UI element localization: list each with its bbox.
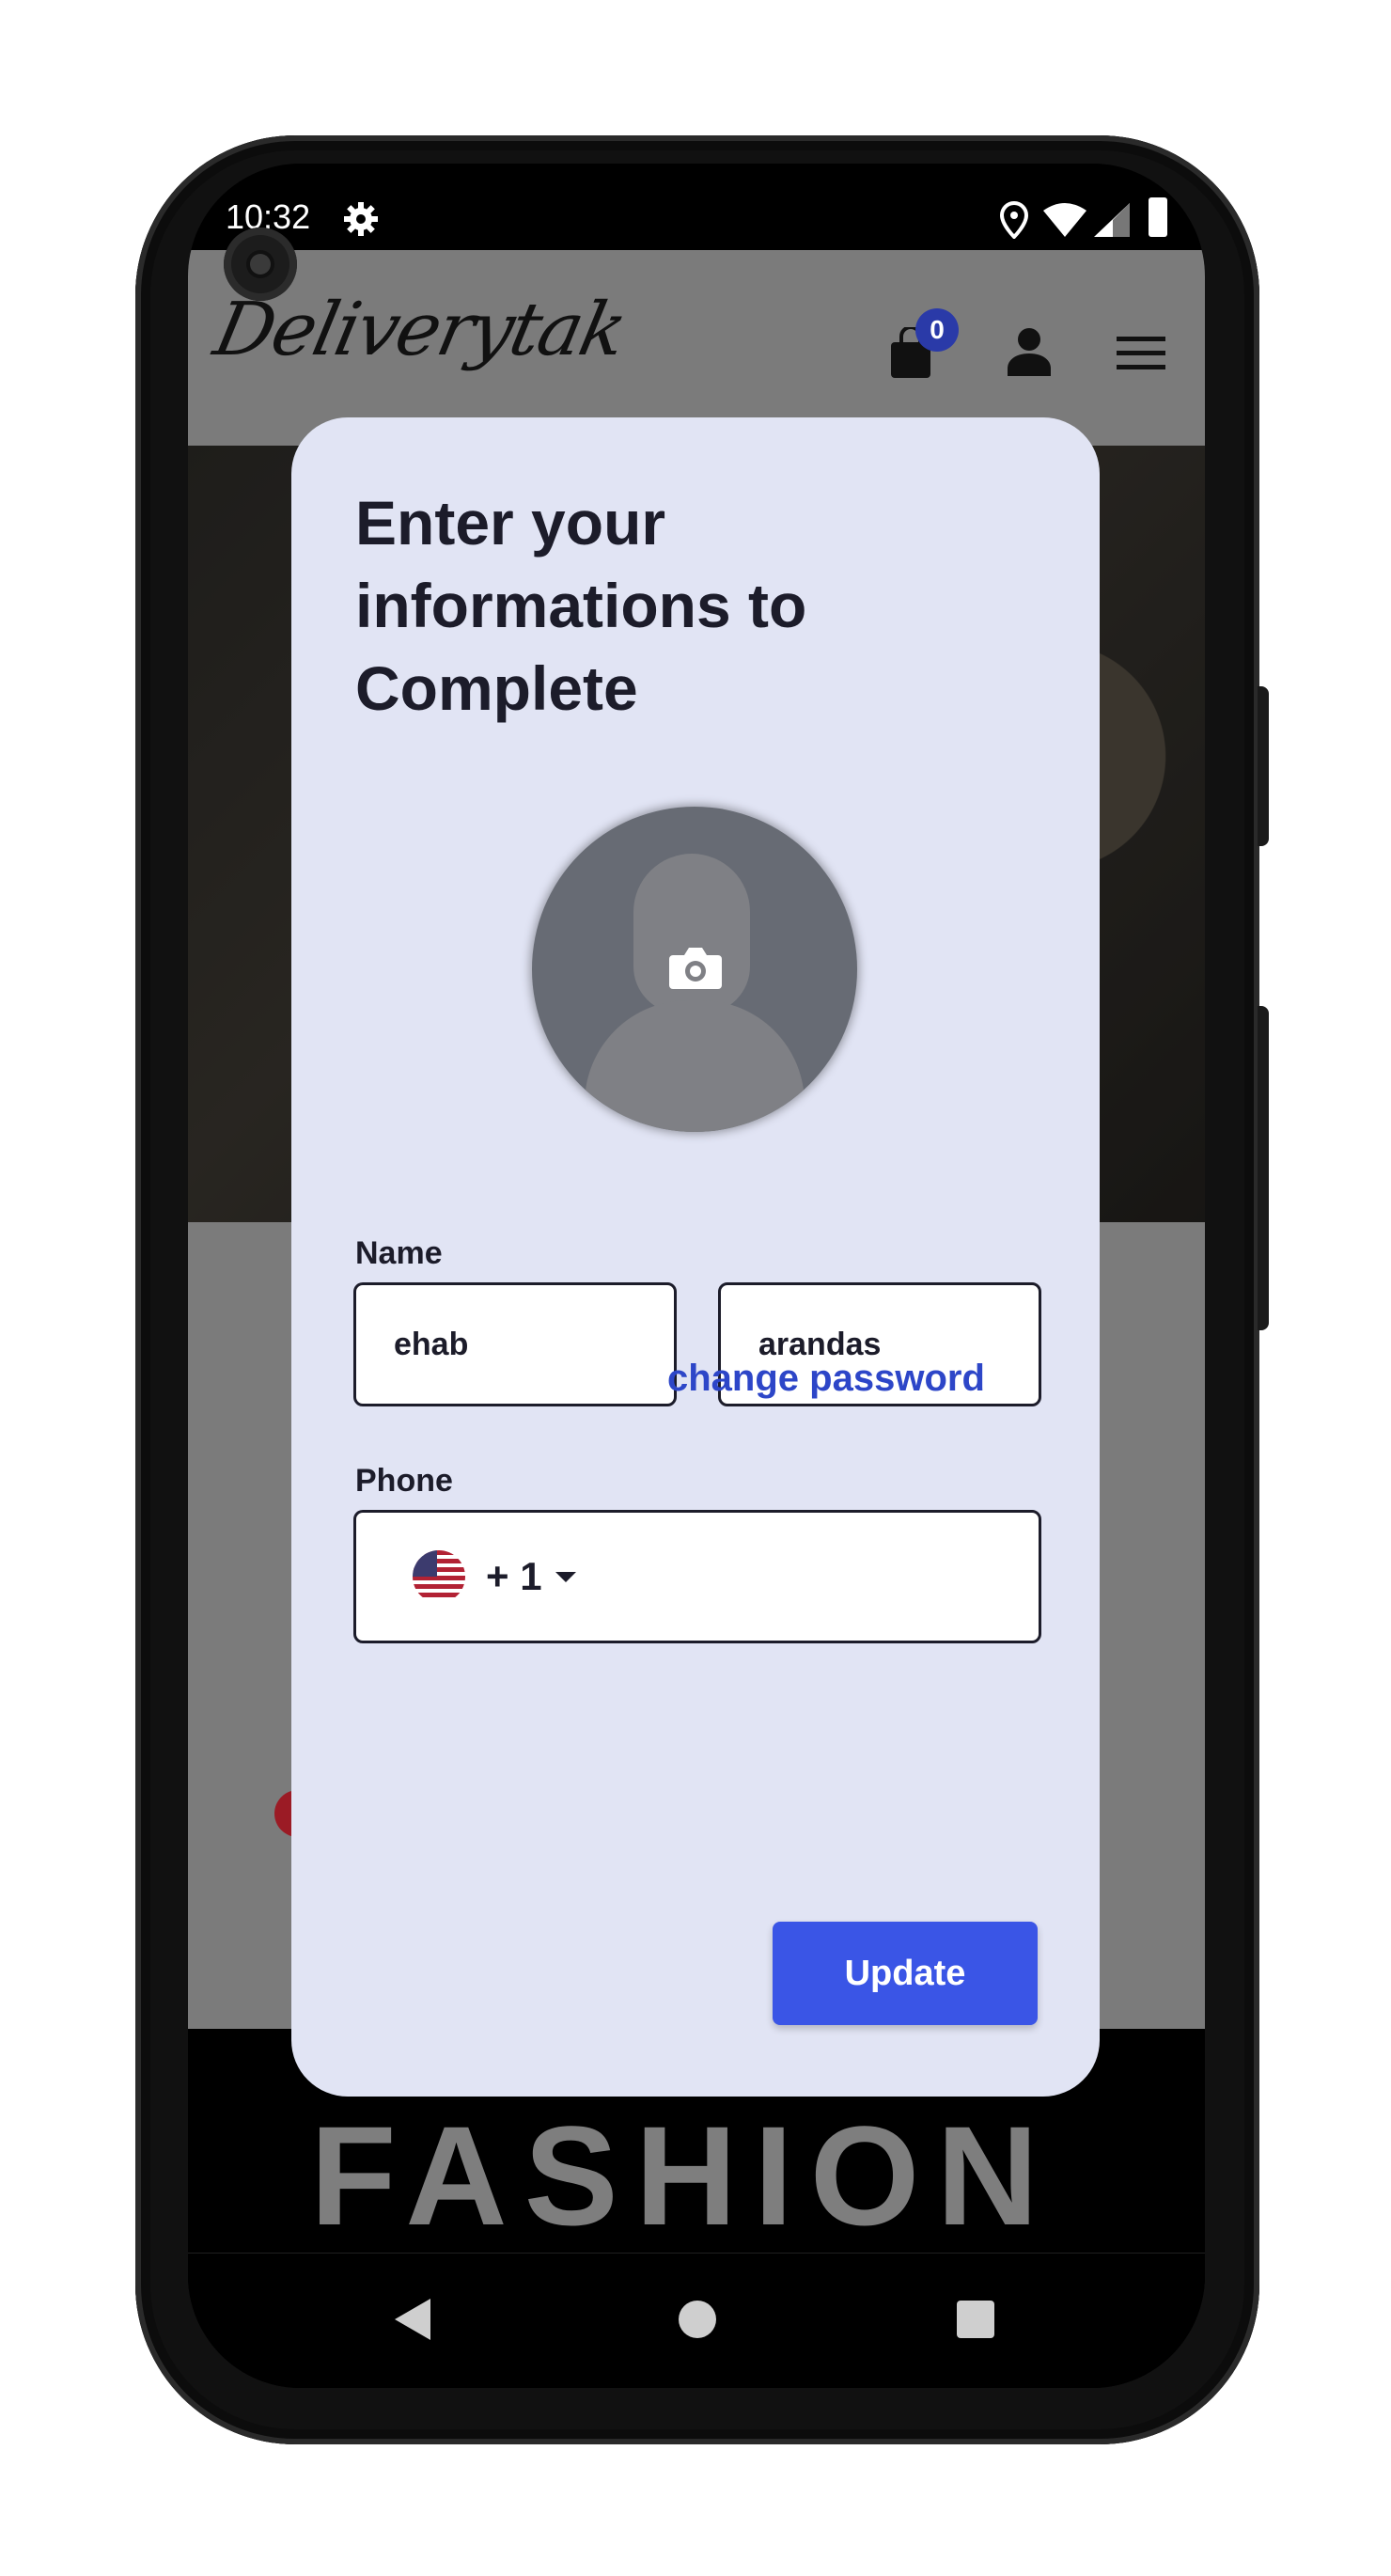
system-nav-bar <box>188 2253 1205 2388</box>
first-name-field[interactable] <box>353 1282 677 1406</box>
status-bar: 10:32 <box>188 164 1205 301</box>
profile-modal: Enter your informations to Complete Name… <box>291 417 1100 2097</box>
avatar-placeholder-body <box>585 1000 805 1132</box>
us-flag-icon[interactable] <box>413 1550 465 1603</box>
app-header: Deliverytak 0 <box>188 250 1205 446</box>
location-icon <box>999 201 1029 239</box>
name-label: Name <box>355 1235 443 1271</box>
recents-icon[interactable] <box>957 2301 994 2338</box>
update-button[interactable]: Update <box>773 1922 1038 2025</box>
back-icon[interactable] <box>395 2299 430 2340</box>
first-name-input[interactable] <box>356 1285 674 1404</box>
phone-label: Phone <box>355 1463 453 1499</box>
wifi-icon <box>1043 203 1086 237</box>
chevron-down-icon[interactable] <box>555 1571 576 1582</box>
gear-icon <box>344 202 378 236</box>
modal-title: Enter your informations to Complete <box>355 488 807 723</box>
battery-icon <box>1149 197 1167 237</box>
fashion-banner-text: FASHION <box>310 2097 1055 2254</box>
signal-icon <box>1094 203 1130 237</box>
app-logo[interactable]: Deliverytak <box>207 288 632 372</box>
power-button <box>1258 686 1269 846</box>
menu-icon[interactable] <box>1117 335 1165 372</box>
user-icon[interactable] <box>1006 327 1053 376</box>
change-password-link[interactable]: change password <box>667 1358 985 1400</box>
phone-field[interactable]: + 1 <box>353 1510 1041 1643</box>
screen: Deliverytak 0 FASHION 10:32 Enter your i… <box>188 164 1205 2388</box>
avatar-upload[interactable] <box>532 807 857 1132</box>
cart-count-badge: 0 <box>915 308 959 352</box>
volume-button <box>1258 1006 1269 1330</box>
camera-icon[interactable] <box>669 944 722 991</box>
front-camera <box>224 228 297 301</box>
home-icon[interactable] <box>679 2301 716 2338</box>
dial-code[interactable]: + 1 <box>486 1554 542 1599</box>
